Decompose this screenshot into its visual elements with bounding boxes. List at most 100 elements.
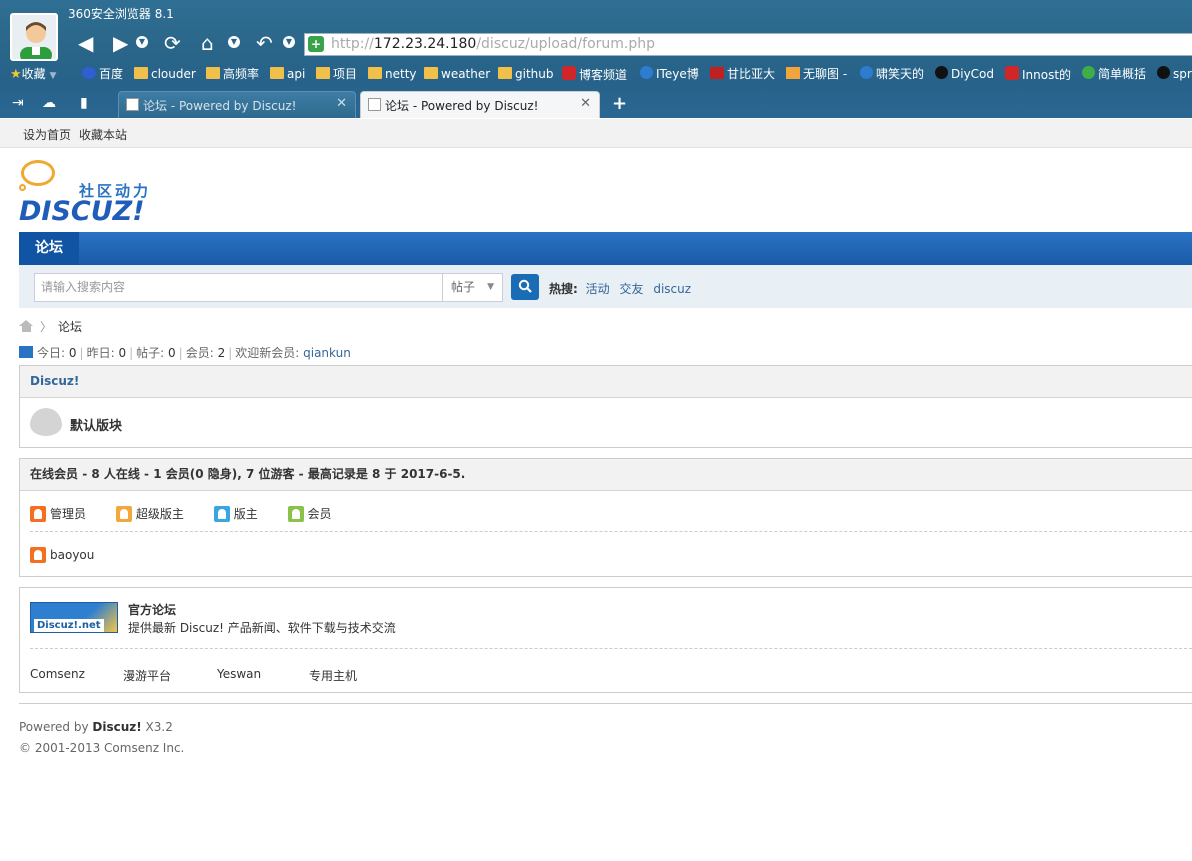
category-link[interactable]: Discuz!	[30, 374, 79, 388]
bookmark-iteye[interactable]: ITeye博	[640, 66, 699, 82]
home-icon[interactable]	[19, 320, 34, 332]
bookmark-gambia[interactable]: 甘比亚大	[710, 66, 775, 82]
sidebar-toggle-icon[interactable]: ⇥	[12, 95, 24, 111]
stat-members: 2	[217, 346, 226, 360]
back-icon[interactable]: ◀	[78, 32, 93, 54]
site-logo[interactable]: 社区动力 DISCUZ!	[19, 160, 159, 227]
member-legend: 管理员 超级版主 版主 会员	[30, 505, 358, 522]
folder-icon	[424, 67, 438, 79]
hot-label: 热搜:	[549, 282, 578, 296]
search-icon	[518, 279, 532, 293]
partner-yeswan[interactable]: Yeswan	[217, 667, 261, 681]
folder-icon	[270, 67, 284, 79]
online-members-box: 在线会员 - 8 人在线 - 1 会员(0 隐身), 7 位游客 - 最高记录是…	[19, 458, 1192, 577]
super-moderator-icon	[115, 506, 132, 522]
bookmark-gaopinlv[interactable]: 高频率	[206, 66, 259, 82]
bookmark-jiandan[interactable]: 简单概括	[1082, 66, 1146, 82]
bookmark-xiaoxiaotian[interactable]: 啸笑天的	[860, 66, 924, 82]
home-dropdown-icon[interactable]: ▼	[228, 36, 240, 48]
legend-super-moderator: 超级版主	[135, 507, 184, 521]
github-icon	[1157, 66, 1170, 79]
tab-forum-2[interactable]: 论坛 - Powered by Discuz! ✕	[360, 91, 600, 118]
forum-link[interactable]: 默认版块	[70, 415, 122, 434]
discuz-net-logo[interactable]: Discuz!.net	[30, 602, 118, 633]
bookmark-wuliaotu[interactable]: 无聊图 -	[786, 66, 847, 82]
search-bar: 请输入搜索内容 帖子 ▼ 热搜: 活动 交友 discuz	[19, 265, 1192, 308]
bookmark-clouder[interactable]: clouder	[134, 66, 196, 82]
undo-icon[interactable]: ↶	[256, 32, 273, 54]
forward-icon[interactable]: ▶	[113, 32, 128, 54]
new-member-link[interactable]: qiankun	[303, 346, 351, 360]
user-avatar[interactable]	[10, 13, 58, 61]
url-host: 172.23.24.180	[373, 36, 477, 52]
folder-icon	[206, 67, 220, 79]
moderator-icon	[213, 506, 230, 522]
new-tab-button[interactable]: +	[612, 93, 627, 114]
hot-item-discuz[interactable]: discuz	[653, 282, 691, 296]
search-type-select[interactable]: 帖子 ▼	[442, 273, 503, 302]
legend-member: 会员	[307, 507, 332, 521]
undo-dropdown-icon[interactable]: ▼	[283, 36, 295, 48]
close-icon[interactable]: ✕	[580, 96, 591, 111]
close-icon[interactable]: ✕	[336, 96, 347, 111]
url-path: /discuz/upload/forum.php	[476, 36, 656, 52]
hot-item-friends[interactable]: 交友	[619, 282, 643, 296]
csdn-icon	[1005, 66, 1019, 80]
powered-brand-link[interactable]: Discuz!	[92, 720, 141, 734]
bookmark-innost[interactable]: Innost的	[1005, 66, 1071, 83]
notes-icon[interactable]: ▮	[80, 95, 88, 111]
hot-item-activity[interactable]: 活动	[586, 282, 610, 296]
divider	[30, 531, 1192, 532]
legend-admin: 管理员	[50, 507, 87, 521]
site-icon	[786, 67, 800, 79]
online-header[interactable]: 在线会员 - 8 人在线 - 1 会员(0 隐身), 7 位游客 - 最高记录是…	[20, 459, 1192, 491]
main-nav: 论坛	[19, 232, 1192, 265]
bookmark-weather[interactable]: weather	[424, 66, 490, 82]
home-icon[interactable]: ⌂	[201, 32, 214, 54]
copyright: © 2001-2013 Comsenz Inc.	[19, 741, 185, 755]
admin-user-icon	[30, 547, 46, 563]
online-user[interactable]: baoyou	[30, 547, 94, 563]
github-icon	[935, 66, 948, 79]
category-box: Discuz! 默认版块	[19, 365, 1192, 448]
forum-stats: 今日: 0 | 昨日: 0 | 帖子: 0 | 会员: 2 | 欢迎新会员: qiankun	[19, 344, 351, 361]
partner-comsenz[interactable]: Comsenz	[30, 667, 85, 681]
site-icon	[710, 67, 724, 79]
address-bar[interactable]: + http://172.23.24.180/discuz/upload/for…	[304, 33, 1192, 56]
tab-forum-1[interactable]: 论坛 - Powered by Discuz! ✕	[118, 91, 356, 118]
refresh-icon[interactable]: ⟳	[164, 32, 181, 54]
online-user-name: baoyou	[50, 548, 95, 562]
search-input[interactable]: 请输入搜索内容	[34, 273, 442, 302]
folder-icon	[498, 67, 512, 79]
stats-chart-icon	[19, 346, 33, 358]
official-forum-link[interactable]: 官方论坛	[128, 601, 176, 618]
breadcrumb: 〉论坛	[19, 318, 82, 335]
bookmark-xiangmu[interactable]: 项目	[316, 66, 357, 82]
stat-posts: 0	[168, 346, 176, 360]
cloud-icon[interactable]: ☁	[42, 95, 56, 111]
bookmark-diycod[interactable]: DiyCod	[935, 66, 994, 82]
forward-dropdown-icon[interactable]: ▼	[136, 36, 148, 48]
friend-links-box: Discuz!.net 官方论坛 提供最新 Discuz! 产品新闻、软件下载与…	[19, 587, 1192, 693]
bookmark-api[interactable]: api	[270, 66, 305, 82]
forum-bubble-icon	[30, 408, 62, 436]
bookmark-blog-channel[interactable]: 博客频道	[562, 66, 627, 83]
partner-manyou[interactable]: 漫游平台	[123, 667, 171, 684]
tab-label: 论坛 - Powered by Discuz!	[143, 99, 297, 113]
browser-chrome: 360安全浏览器 8.1 ◀ ▶ ▼ ⟳ ⌂ ▼ ↶ ▼ + http://17…	[0, 0, 1192, 118]
bookmark-netty[interactable]: netty	[368, 66, 417, 82]
tab-strip: ⇥ ☁ ▮ 论坛 - Powered by Discuz! ✕ 论坛 - Pow…	[0, 90, 1192, 118]
nav-forum[interactable]: 论坛	[19, 232, 79, 265]
search-button[interactable]	[511, 274, 539, 300]
footer-divider	[19, 703, 1192, 704]
partner-hosting[interactable]: 专用主机	[309, 667, 357, 684]
star-icon: ★	[10, 67, 22, 82]
bookmark-favorites[interactable]: ★收藏 ▼	[10, 66, 56, 84]
bookmark-github[interactable]: github	[498, 66, 553, 82]
bookmark-site-link[interactable]: 收藏本站	[79, 126, 127, 143]
logo-wordmark: DISCUZ!	[19, 196, 145, 227]
bookmark-spr[interactable]: spr	[1157, 66, 1192, 82]
bookmark-baidu[interactable]: 百度	[82, 66, 123, 82]
tab-label: 论坛 - Powered by Discuz!	[385, 99, 539, 113]
set-homepage-link[interactable]: 设为首页	[23, 126, 71, 143]
